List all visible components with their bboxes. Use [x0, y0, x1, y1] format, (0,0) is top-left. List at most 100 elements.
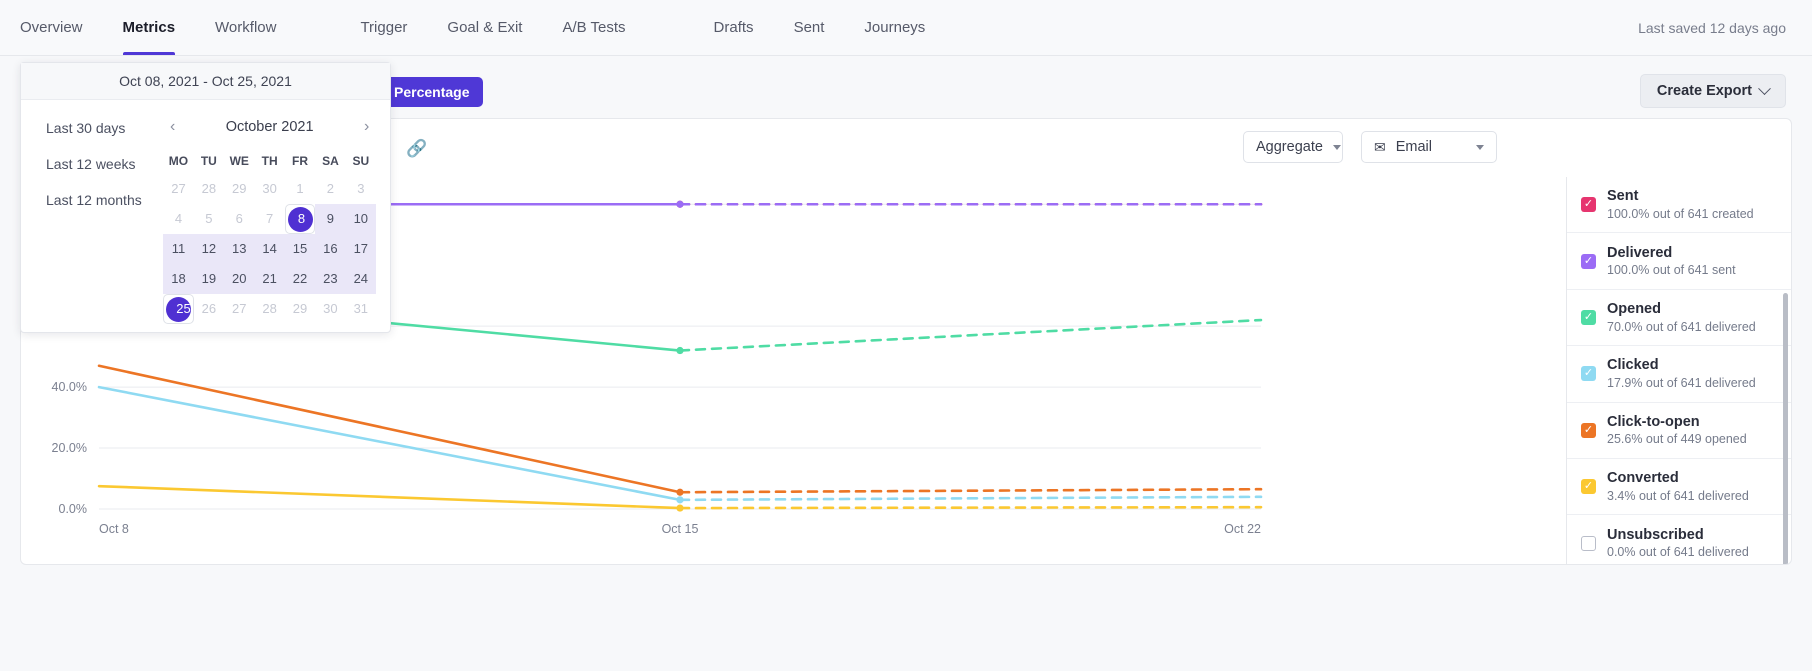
calendar-day[interactable]: 3	[346, 174, 376, 204]
legend-item[interactable]: ✓ Sent 100.0% out of 641 created	[1567, 177, 1791, 234]
calendar-day[interactable]: 15	[284, 234, 316, 264]
calendar-day[interactable]: 11	[163, 234, 194, 264]
tab-sent[interactable]: Sent	[774, 0, 845, 55]
calendar-day[interactable]: 21	[254, 264, 285, 294]
tab-drafts[interactable]: Drafts	[694, 0, 774, 55]
tab-metrics[interactable]: Metrics	[103, 0, 196, 55]
calendar-day[interactable]: 27	[224, 294, 254, 324]
calendar-day[interactable]: 7	[254, 204, 284, 234]
calendar-day[interactable]: 25	[163, 294, 194, 324]
calendar-day[interactable]: 24	[345, 264, 376, 294]
calendar-day[interactable]: 4	[163, 204, 193, 234]
legend-item-subtitle: 0.0% out of 641 delivered	[1607, 545, 1749, 560]
legend-checkbox[interactable]: ✓	[1581, 479, 1596, 495]
calendar-dow-fr: FR	[292, 154, 309, 168]
calendar-day[interactable]: 22	[284, 264, 316, 294]
chevron-right-icon[interactable]: ›	[358, 118, 376, 136]
legend-item[interactable]: ✓ Clicked 17.9% out of 641 delivered	[1567, 346, 1791, 403]
date-preset-list: Last 30 days Last 12 weeks Last 12 months	[21, 100, 163, 333]
calendar-day-label: 8	[297, 211, 306, 226]
calendar-day-label: 16	[323, 241, 338, 256]
calendar-day[interactable]: 26	[194, 294, 224, 324]
calendar-day[interactable]: 30	[315, 294, 345, 324]
metrics-legend: ✓ Sent 100.0% out of 641 created ✓ Delivered…	[1566, 177, 1791, 564]
legend-item-name: Clicked	[1607, 357, 1659, 374]
legend-item[interactable]: ✓ Converted 3.4% out of 641 delivered	[1567, 459, 1791, 516]
tab-ab-tests[interactable]: A/B Tests	[542, 0, 645, 55]
chevron-left-icon[interactable]: ‹	[164, 118, 182, 136]
legend-item-name: Opened	[1607, 300, 1661, 317]
calendar-day[interactable]: 14	[254, 234, 285, 264]
date-picker-body: Last 30 days Last 12 weeks Last 12 months …	[21, 100, 390, 333]
calendar-day-label: 28	[201, 181, 217, 196]
date-preset-1[interactable]: Last 12 weeks	[46, 156, 163, 172]
legend-scrollbar[interactable]	[1783, 293, 1788, 564]
calendar-day[interactable]: 27	[163, 174, 193, 204]
calendar-day[interactable]: 12	[193, 234, 225, 264]
calendar-day-label: 26	[201, 301, 217, 316]
calendar-day-label: 28	[262, 301, 277, 316]
calendar-day[interactable]: 2	[315, 174, 345, 204]
calendar-day[interactable]: 16	[315, 234, 346, 264]
legend-checkbox[interactable]: ✓	[1581, 422, 1596, 438]
legend-item[interactable]: ✓ Delivered 100.0% out of 641 sent	[1567, 233, 1791, 290]
calendar-day[interactable]: 5	[194, 204, 224, 234]
calendar-day[interactable]: 13	[224, 234, 255, 264]
tab-journeys[interactable]: Journeys	[844, 0, 945, 55]
legend-item-name: Unsubscribed	[1607, 526, 1704, 543]
channel-select[interactable]: ✉ Email	[1361, 131, 1497, 163]
legend-checkbox[interactable]: ✓	[1581, 253, 1596, 269]
legend-checkbox[interactable]: ✓	[1581, 309, 1596, 325]
calendar-day[interactable]: 10	[345, 204, 376, 234]
calendar-day-label: 25	[176, 301, 191, 316]
calendar-day[interactable]: 18	[163, 264, 194, 294]
last-saved-status: Last saved 12 days ago	[1638, 19, 1786, 36]
calendar-day[interactable]: 6	[224, 204, 254, 234]
calendar-day-label: 19	[201, 271, 217, 286]
tab-goal-and-exit[interactable]: Goal & Exit	[427, 0, 542, 55]
tab-ab-tests-label: A/B Tests	[562, 19, 626, 36]
legend-item-subtitle: 3.4% out of 641 delivered	[1607, 488, 1749, 503]
x-axis-tick-label: Oct 15	[662, 522, 699, 536]
calendar-day[interactable]: 8	[284, 204, 316, 234]
date-preset-0[interactable]: Last 30 days	[46, 120, 163, 136]
tab-trigger[interactable]: Trigger	[340, 0, 427, 55]
date-preset-2[interactable]: Last 12 months	[46, 192, 163, 208]
calendar-day[interactable]: 31	[346, 294, 376, 324]
tab-overview[interactable]: Overview	[0, 0, 103, 55]
aggregate-select[interactable]: Aggregate	[1243, 131, 1343, 163]
calendar-day-label: 14	[262, 241, 277, 256]
calendar-day[interactable]: 29	[285, 294, 315, 324]
legend-item[interactable]: ✓ Click-to-open 25.6% out of 449 opened	[1567, 403, 1791, 459]
legend-text: Delivered 100.0% out of 641 sent	[1607, 245, 1736, 278]
calendar-day[interactable]: 28	[194, 174, 224, 204]
calendar-day[interactable]: 30	[254, 174, 284, 204]
channel-select-value: Email	[1395, 139, 1432, 155]
calendar-day[interactable]: 9	[315, 204, 346, 234]
legend-item[interactable]: ✓ Opened 70.0% out of 641 delivered	[1567, 290, 1791, 347]
create-export-label: Create Export	[1656, 83, 1752, 99]
calendar-day[interactable]: 29	[224, 174, 254, 204]
calendar-dow-mo: MO	[168, 154, 189, 168]
legend-checkbox[interactable]: ✓	[1581, 197, 1596, 213]
legend-item-name: Converted	[1607, 470, 1679, 487]
tab-workflow[interactable]: Workflow	[195, 0, 296, 55]
link-icon[interactable]: 🔗	[406, 139, 427, 159]
calendar-day-label: 13	[232, 241, 247, 256]
percentage-toggle-button[interactable]: Percentage	[380, 77, 484, 107]
calendar-day[interactable]: 17	[345, 234, 376, 264]
legend-text: Opened 70.0% out of 641 delivered	[1607, 301, 1756, 334]
calendar-day[interactable]: 23	[315, 264, 346, 294]
legend-item[interactable]: Unsubscribed 0.0% out of 641 delivered	[1567, 515, 1791, 564]
legend-checkbox[interactable]: ✓	[1581, 366, 1596, 382]
legend-item-subtitle: 100.0% out of 641 sent	[1607, 263, 1736, 278]
legend-checkbox[interactable]	[1581, 535, 1596, 551]
create-export-button[interactable]: Create Export	[1639, 74, 1786, 108]
calendar-day-label: 31	[353, 301, 369, 316]
calendar-day[interactable]: 20	[224, 264, 255, 294]
calendar-day[interactable]: 19	[193, 264, 225, 294]
calendar-day-label: 20	[232, 271, 247, 286]
calendar-day[interactable]: 1	[285, 174, 315, 204]
calendar-day[interactable]: 28	[254, 294, 284, 324]
calendar-day-label: 3	[357, 181, 365, 196]
